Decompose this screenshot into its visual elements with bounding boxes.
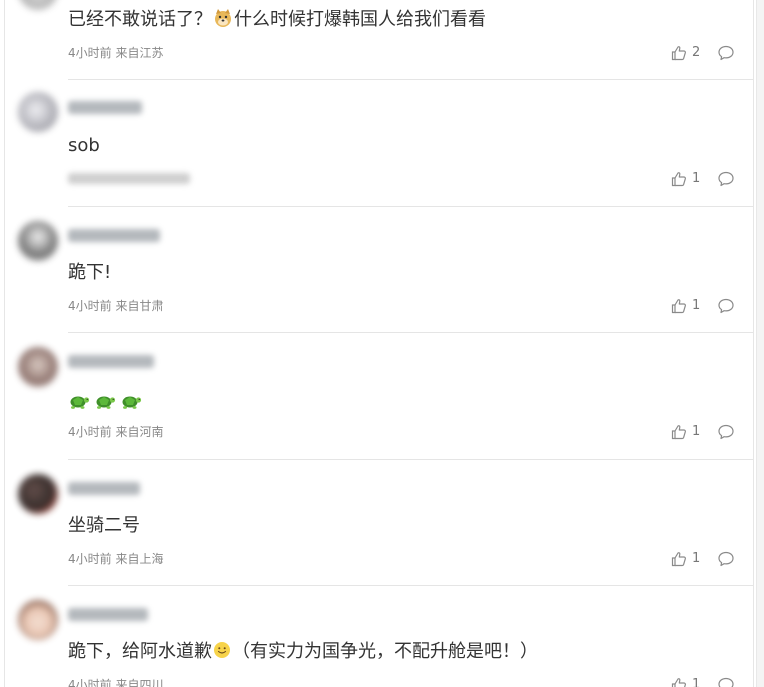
comment-item: 4小时前 来自河南 1 [0,333,760,459]
turtle-emoji-icon [96,396,116,409]
comment-meta: 4小时前 来自甘肃 [68,299,164,313]
thumbs-up-icon [671,299,686,314]
thumbs-up-icon [671,552,686,567]
thumbs-up-icon [671,425,686,440]
comment-bubble-icon [718,551,734,567]
comment-bubble-icon [718,677,734,687]
comment-item: 坐骑二号 4小时前 来自上海 1 [0,460,760,586]
comment-item: 跪下! 4小时前 来自甘肃 1 [0,207,760,333]
avatar[interactable] [18,0,58,10]
comment-meta: 4小时前 来自河南 [68,425,164,439]
like-count: 2 [692,45,701,60]
comment-bubble-icon [718,45,734,61]
thumbs-up-icon [671,678,686,687]
comment-meta-blurred [68,173,190,184]
avatar[interactable] [18,474,58,514]
comment-bubble-icon [718,171,734,187]
comment-text: 已经不敢说话了？ 什么时候打爆韩国人给我们看看 [68,9,486,30]
like-button[interactable]: 1 [671,550,711,568]
thumbs-up-icon [671,46,686,61]
username-blurred[interactable] [68,355,154,368]
comment-bubble-icon [718,298,734,314]
doge-emoji-icon [215,9,231,27]
comment-meta: 4小时前 来自四川 [68,678,164,687]
like-button[interactable]: 1 [671,297,711,315]
like-count: 1 [692,424,701,439]
like-button[interactable]: 1 [671,423,711,441]
like-button[interactable]: 1 [671,676,711,687]
reply-button[interactable] [717,44,735,62]
turtle-emoji-icon [70,396,90,409]
smile-emoji-icon [214,642,230,658]
like-count: 1 [692,171,701,186]
reply-button[interactable] [717,423,735,441]
thumbs-up-icon [671,172,686,187]
comment-feed: 已经不敢说话了？ 什么时候打爆韩国人给我们看看 4小时前 来自江苏 2 sob … [0,0,764,687]
like-button[interactable]: 2 [671,44,711,62]
reply-button[interactable] [717,550,735,568]
like-count: 1 [692,677,701,687]
reply-button[interactable] [717,676,735,687]
avatar[interactable] [18,600,58,640]
reply-button[interactable] [717,170,735,188]
username-blurred[interactable] [68,608,148,621]
username-blurred[interactable] [68,229,160,242]
comment-item: sob 1 [0,80,760,206]
avatar[interactable] [18,92,58,132]
comment-meta: 4小时前 来自上海 [68,552,164,566]
emoji-row [68,391,142,411]
avatar[interactable] [18,221,58,261]
like-count: 1 [692,551,701,566]
like-button[interactable]: 1 [671,170,711,188]
turtle-emoji-icon [122,396,142,409]
comment-item: 已经不敢说话了？ 什么时候打爆韩国人给我们看看 4小时前 来自江苏 2 [0,0,760,80]
username-blurred[interactable] [68,101,142,114]
comment-text: 跪下! [68,262,112,283]
comment-text: sob [68,135,100,156]
comment-text: 坐骑二号 [68,515,140,536]
comment-meta: 4小时前 来自江苏 [68,46,164,60]
username-blurred[interactable] [68,482,140,495]
comment-bubble-icon [718,424,734,440]
reply-button[interactable] [717,297,735,315]
comment-item: 跪下，给阿水道歉 （有实力为国争光，不配升舱是吧！） 4小时前 来自四川 1 [0,586,760,687]
comment-text: 跪下，给阿水道歉 （有实力为国争光，不配升舱是吧！） [68,641,538,662]
like-count: 1 [692,298,701,313]
avatar[interactable] [18,347,58,387]
